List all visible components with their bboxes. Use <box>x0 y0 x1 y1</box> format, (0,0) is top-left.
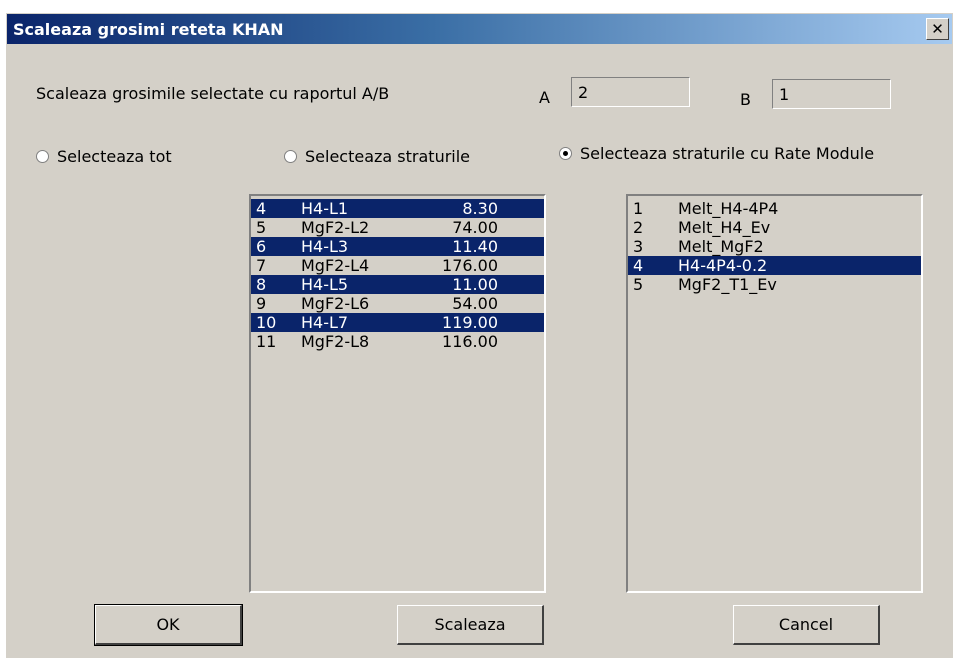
layer-number: 4 <box>256 199 267 218</box>
module-name: Melt_H4_Ev <box>678 218 771 237</box>
cancel-button-label: Cancel <box>778 615 834 634</box>
radio-select-all-label: Selecteaza tot <box>57 147 172 166</box>
layer-name: H4-L7 <box>301 313 349 332</box>
layer-number: 5 <box>256 218 267 237</box>
layer-thickness: 8.30 <box>462 199 498 218</box>
module-row[interactable]: 3 Melt_MgF2 <box>628 237 921 256</box>
layer-number: 9 <box>256 294 267 313</box>
b-label: B <box>740 90 751 109</box>
layer-number: 10 <box>256 313 277 332</box>
layer-row[interactable]: 5 MgF2-L2 74.00 <box>251 218 544 237</box>
radio-select-layers-label: Selecteaza straturile <box>305 147 471 166</box>
module-name: MgF2_T1_Ev <box>678 275 777 294</box>
a-field[interactable]: 2 <box>571 77 690 107</box>
layer-thickness: 74.00 <box>452 218 498 237</box>
title-bar[interactable]: Scaleaza grosimi reteta KHAN ✕ <box>7 14 952 44</box>
module-name: Melt_MgF2 <box>678 237 764 256</box>
module-row[interactable]: 2 Melt_H4_Ev <box>628 218 921 237</box>
layer-row[interactable]: 10 H4-L7 119.00 <box>251 313 544 332</box>
layer-thickness: 119.00 <box>442 313 498 332</box>
rate-modules-listbox[interactable]: 1 Melt_H4-4P4 2 Melt_H4_Ev 3 Melt_MgF2 4 H4-4P4… <box>626 194 923 593</box>
layer-row[interactable]: 4 H4-L1 8.30 <box>251 199 544 218</box>
layer-name: MgF2-L6 <box>301 294 370 313</box>
layer-number: 11 <box>256 332 277 351</box>
layers-listbox[interactable]: 4 H4-L1 8.30 5 MgF2-L2 74.00 6 H4-L3 11.40 7 MgF2-… <box>249 194 546 593</box>
module-number: 1 <box>633 199 644 218</box>
radio-select-rate-module-label: Selecteaza straturile cu Rate Module <box>580 144 875 163</box>
layer-thickness: 116.00 <box>442 332 498 351</box>
module-row[interactable]: 5 MgF2_T1_Ev <box>628 275 921 294</box>
layer-thickness: 176.00 <box>442 256 498 275</box>
module-number: 5 <box>633 275 644 294</box>
ok-button-label: OK <box>156 615 180 634</box>
layer-row[interactable]: 9 MgF2-L6 54.00 <box>251 294 544 313</box>
radio-select-rate-module-circle[interactable] <box>559 147 572 160</box>
layer-name: MgF2-L4 <box>301 256 370 275</box>
b-value: 1 <box>779 85 790 104</box>
dialog-title: Scaleaza grosimi reteta KHAN <box>13 20 284 39</box>
layer-name: H4-L3 <box>301 237 349 256</box>
layer-row[interactable]: 11 MgF2-L8 116.00 <box>251 332 544 351</box>
radio-select-all-circle[interactable] <box>36 150 49 163</box>
radio-select-layers-circle[interactable] <box>284 150 297 163</box>
layer-number: 6 <box>256 237 267 256</box>
cancel-button[interactable]: Cancel <box>733 605 880 645</box>
radio-select-rate-module[interactable]: Selecteaza straturile cu Rate Module <box>559 144 874 163</box>
scale-button[interactable]: Scaleaza <box>397 605 544 645</box>
scale-thickness-dialog: Scaleaza grosimi reteta KHAN ✕ Scaleaza … <box>5 12 953 658</box>
module-row[interactable]: 4 H4-4P4-0.2 <box>628 256 921 275</box>
layer-thickness: 54.00 <box>452 294 498 313</box>
radio-select-all[interactable]: Selecteaza tot <box>36 147 172 166</box>
module-name: Melt_H4-4P4 <box>678 199 779 218</box>
scale-button-label: Scaleaza <box>434 615 506 634</box>
module-number: 3 <box>633 237 644 256</box>
close-button[interactable]: ✕ <box>926 18 949 40</box>
module-name: H4-4P4-0.2 <box>678 256 768 275</box>
layer-name: H4-L5 <box>301 275 349 294</box>
layer-name: H4-L1 <box>301 199 349 218</box>
module-number: 2 <box>633 218 644 237</box>
module-number: 4 <box>633 256 644 275</box>
a-value: 2 <box>578 83 589 102</box>
a-label: A <box>539 88 550 107</box>
close-icon: ✕ <box>931 20 944 38</box>
ok-button[interactable]: OK <box>94 604 243 646</box>
radio-select-layers[interactable]: Selecteaza straturile <box>284 147 470 166</box>
module-row[interactable]: 1 Melt_H4-4P4 <box>628 199 921 218</box>
layer-name: MgF2-L8 <box>301 332 370 351</box>
layer-thickness: 11.00 <box>452 275 498 294</box>
layer-row[interactable]: 6 H4-L3 11.40 <box>251 237 544 256</box>
layer-number: 8 <box>256 275 267 294</box>
layer-number: 7 <box>256 256 267 275</box>
b-field[interactable]: 1 <box>772 79 891 109</box>
layer-row[interactable]: 7 MgF2-L4 176.00 <box>251 256 544 275</box>
ratio-label: Scaleaza grosimile selectate cu raportul… <box>36 84 390 103</box>
layer-thickness: 11.40 <box>452 237 498 256</box>
layer-row[interactable]: 8 H4-L5 11.00 <box>251 275 544 294</box>
layer-name: MgF2-L2 <box>301 218 370 237</box>
